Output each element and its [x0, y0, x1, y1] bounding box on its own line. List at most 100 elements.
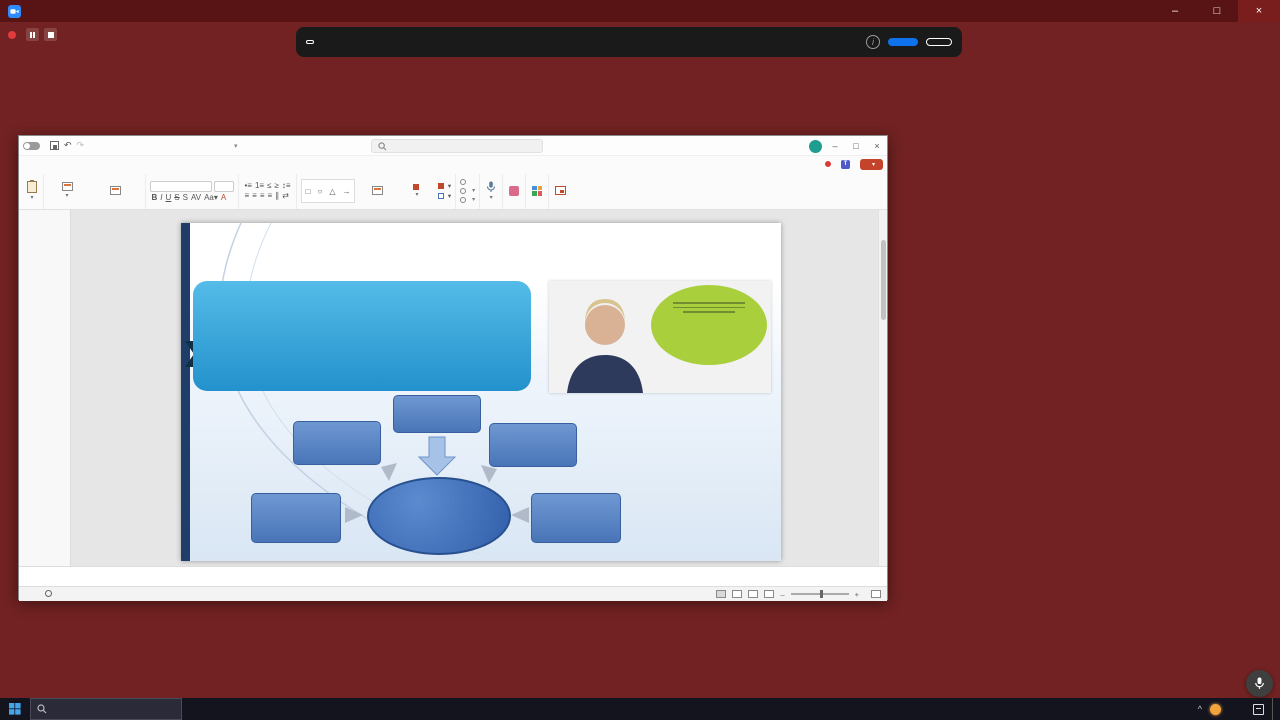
redo-icon[interactable]: ↷: [77, 141, 85, 150]
shape-outline-button[interactable]: ▾: [438, 192, 451, 200]
diagram-node[interactable]: [393, 395, 481, 433]
numbering-icon[interactable]: 1≡: [253, 182, 265, 190]
ppt-close-button[interactable]: ×: [869, 138, 885, 154]
columns-icon[interactable]: ∥: [274, 192, 281, 200]
share-button[interactable]: ▾: [860, 159, 883, 170]
find-button[interactable]: [460, 179, 475, 185]
slide-sorter-view-icon[interactable]: [732, 590, 742, 598]
replace-button[interactable]: ▾: [460, 187, 475, 194]
text-shadow-icon[interactable]: S: [181, 194, 189, 202]
indent-decrease-icon[interactable]: ≤: [266, 182, 273, 190]
fit-to-window-icon[interactable]: [871, 590, 881, 598]
font-color-icon[interactable]: A: [219, 194, 227, 202]
select-button[interactable]: ▾: [460, 196, 475, 203]
present-in-teams-button[interactable]: T: [841, 160, 853, 169]
person-photo-placeholder: [559, 293, 651, 393]
quote-box: [193, 281, 531, 391]
ppt-restore-button[interactable]: □: [848, 138, 864, 154]
diagram-node[interactable]: [489, 423, 577, 467]
search-icon: [378, 142, 387, 151]
arrange-button[interactable]: [358, 185, 396, 197]
font-name-box[interactable]: [150, 181, 212, 192]
font-size-box[interactable]: [214, 181, 234, 192]
zoom-out-button[interactable]: –: [780, 590, 784, 599]
record-icon: [825, 161, 831, 167]
dictate-button[interactable]: ▾: [484, 180, 498, 203]
designer-button[interactable]: [553, 185, 568, 197]
record-dot-icon: [8, 31, 16, 39]
diagram-node[interactable]: [531, 493, 621, 543]
quick-styles-button[interactable]: ▾: [399, 183, 435, 200]
align-center-icon[interactable]: ≡: [251, 192, 259, 200]
hidden-icons-chevron[interactable]: ^: [1198, 704, 1202, 714]
undo-icon[interactable]: ↶: [64, 141, 72, 150]
maximize-button[interactable]: □: [1196, 0, 1238, 22]
indent-increase-icon[interactable]: ≥: [273, 182, 280, 190]
diagram-center[interactable]: [367, 477, 511, 555]
chevron-down-icon[interactable]: ▾: [234, 142, 238, 150]
align-right-icon[interactable]: ≡: [258, 192, 266, 200]
underline-icon[interactable]: U: [164, 194, 173, 202]
slideshow-view-icon[interactable]: [764, 590, 774, 598]
line-spacing-icon[interactable]: ↕≡: [280, 182, 292, 190]
weather-icon[interactable]: [1210, 704, 1221, 715]
reuse-slides-icon: [110, 186, 121, 195]
record-presentation-button[interactable]: [825, 161, 834, 167]
info-icon[interactable]: i: [866, 35, 880, 49]
accessibility-status[interactable]: [45, 590, 54, 599]
stop-recording-button[interactable]: [44, 28, 57, 41]
designer-icon: [555, 186, 566, 195]
search-box[interactable]: [371, 139, 543, 153]
text-direction-icon[interactable]: ⇄: [281, 192, 291, 200]
slide-canvas[interactable]: [181, 223, 781, 561]
pause-recording-button[interactable]: [26, 28, 39, 41]
action-center-icon[interactable]: [1253, 704, 1264, 715]
slide-left-bar: [181, 223, 190, 561]
reuse-slides-button[interactable]: [89, 185, 141, 197]
align-left-icon[interactable]: ≡: [243, 192, 251, 200]
ppt-minimize-button[interactable]: –: [827, 138, 843, 154]
diagram-node[interactable]: [293, 421, 381, 465]
chevron-down-icon: ▾: [872, 161, 875, 168]
addins-icon: [532, 186, 542, 196]
zoom-slider[interactable]: [791, 593, 849, 595]
floating-mic-button[interactable]: [1246, 670, 1273, 697]
new-slide-button[interactable]: ▾: [48, 181, 86, 201]
avatar[interactable]: [809, 140, 822, 153]
scrollbar[interactable]: [878, 210, 887, 566]
caption-bar: i: [296, 27, 962, 57]
ribbon-group-sensitivity: [503, 174, 526, 209]
notes-pane[interactable]: [19, 566, 887, 586]
taskbar-search[interactable]: [30, 698, 182, 720]
character-spacing-icon[interactable]: AV: [189, 194, 202, 202]
start-button[interactable]: [0, 698, 30, 720]
replace-icon: [460, 188, 466, 194]
bold-icon[interactable]: B: [150, 194, 159, 202]
autosave-toggle[interactable]: [23, 142, 40, 150]
justify-icon[interactable]: ≡: [266, 192, 274, 200]
close-button[interactable]: ×: [1238, 0, 1280, 22]
ppt-workspace: [19, 210, 887, 566]
sensitivity-button[interactable]: [507, 185, 521, 198]
leave-meeting-button[interactable]: [926, 38, 952, 46]
show-desktop-button[interactable]: [1272, 698, 1276, 720]
ok-button[interactable]: [888, 38, 918, 46]
save-icon[interactable]: [50, 141, 59, 150]
change-case-icon[interactable]: Aa▾: [203, 194, 220, 202]
zoom-app-icon: [8, 5, 21, 18]
reading-view-icon[interactable]: [748, 590, 758, 598]
addins-button[interactable]: [530, 185, 544, 198]
minimize-button[interactable]: –: [1154, 0, 1196, 22]
cc-icon: [306, 40, 314, 44]
paste-icon: [27, 181, 37, 193]
shape-fill-button[interactable]: ▾: [438, 182, 451, 190]
paste-button[interactable]: ▾: [25, 180, 39, 203]
diagram-node[interactable]: [251, 493, 341, 543]
normal-view-icon[interactable]: [716, 590, 726, 598]
zoom-in-button[interactable]: +: [855, 590, 859, 599]
shapes-gallery[interactable]: □○△→: [301, 179, 355, 203]
bullets-icon[interactable]: •≡: [243, 182, 253, 190]
strikethrough-icon[interactable]: S: [173, 194, 181, 202]
search-icon: [37, 704, 47, 714]
ribbon-group-drawing: □○△→ ▾ ▾ ▾: [297, 174, 456, 209]
